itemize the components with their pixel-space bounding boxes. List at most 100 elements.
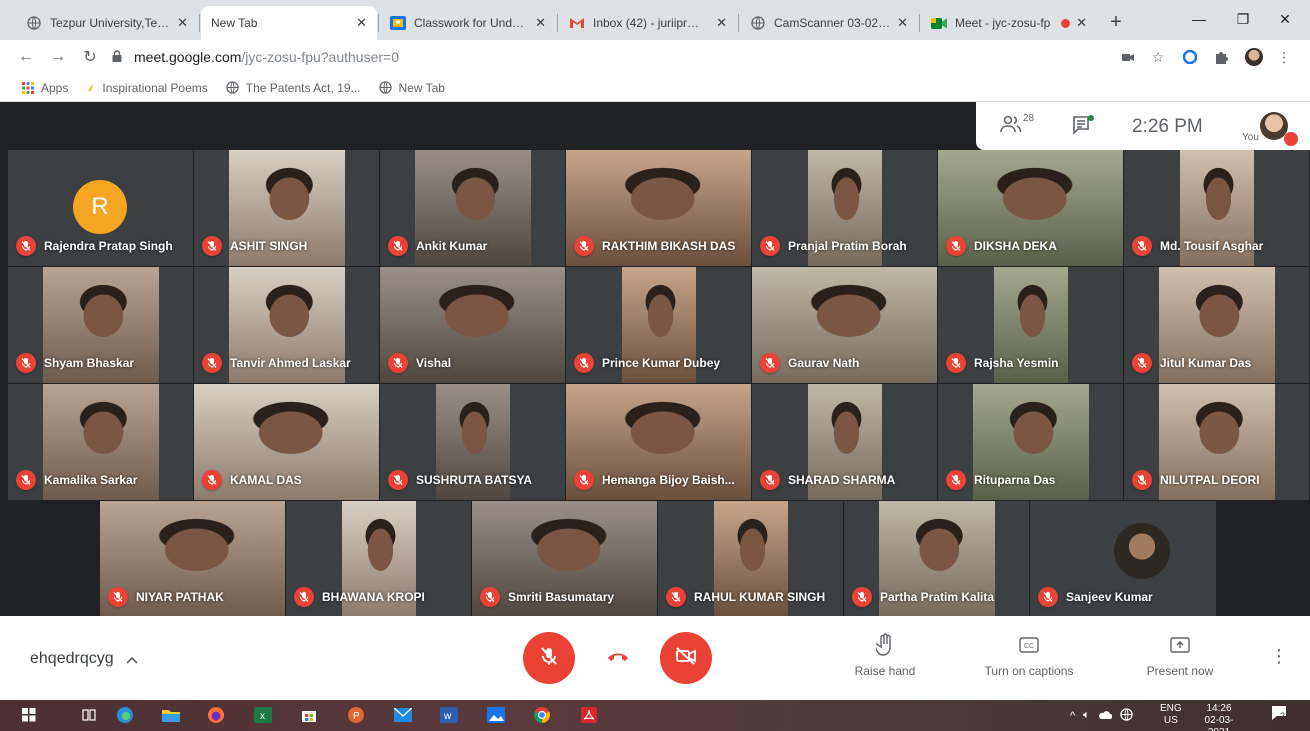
camera-toggle-button[interactable]	[660, 632, 712, 684]
edge-browser-icon[interactable]	[116, 706, 134, 724]
profile-avatar[interactable]	[1244, 47, 1264, 67]
participant-tile[interactable]: NILUTPAL DEORI	[1124, 384, 1309, 500]
present-now-button[interactable]: Present now	[1110, 632, 1250, 678]
puzzle-icon[interactable]	[1212, 47, 1232, 67]
mic-toggle-button[interactable]	[523, 632, 575, 684]
system-clock[interactable]: 14:26 02-03-2021	[1196, 703, 1242, 731]
input-language-indicator[interactable]: ENG US	[1160, 703, 1182, 727]
participant-tile[interactable]: NIYAR PATHAK	[100, 501, 285, 617]
participant-tile[interactable]: BHAWANA KROPI	[286, 501, 471, 617]
network-globe-icon[interactable]	[1120, 707, 1133, 724]
clock-time: 14:26	[1206, 703, 1232, 714]
participant-tile[interactable]: Kamalika Sarkar	[8, 384, 193, 500]
tab-camscanner[interactable]: CamScanner 03-02-202 ✕	[740, 6, 918, 40]
participant-tile[interactable]: Gaurav Nath	[752, 267, 937, 383]
participant-tile[interactable]: Pranjal Pratim Borah	[752, 150, 937, 266]
participant-tile[interactable]: SHARAD SHARMA	[752, 384, 937, 500]
participant-tile[interactable]: DIKSHA DEKA	[938, 150, 1123, 266]
bookmark-patents-act[interactable]: The Patents Act, 19...	[226, 81, 361, 95]
volume-icon[interactable]: 🔈︎	[1083, 709, 1090, 722]
extension-circle-icon[interactable]	[1180, 47, 1200, 67]
mic-off-icon	[294, 587, 314, 607]
close-icon[interactable]: ✕	[1076, 15, 1087, 31]
tab-gmail-inbox[interactable]: Inbox (42) - juriipr@tez ✕	[559, 6, 737, 40]
people-button[interactable]: 28	[1000, 113, 1034, 138]
photos-icon[interactable]	[487, 706, 505, 724]
tab-new-tab[interactable]: New Tab ✕	[201, 6, 377, 40]
close-icon[interactable]: ✕	[177, 15, 188, 31]
task-view-icon[interactable]	[80, 706, 98, 724]
chat-button[interactable]	[1072, 115, 1096, 139]
bookmark-new-tab[interactable]: New Tab	[378, 81, 445, 95]
participant-tile[interactable]: R Rajendra Pratap Singh	[8, 150, 193, 266]
back-button[interactable]: ←	[14, 45, 38, 69]
chrome-icon[interactable]	[533, 706, 551, 724]
participant-tile[interactable]: Hemanga Bijoy Baish...	[566, 384, 751, 500]
mic-off-icon	[852, 587, 872, 607]
minimize-button[interactable]: —	[1176, 4, 1222, 34]
restore-button[interactable]: ❐	[1220, 4, 1266, 34]
tab-title: New Tab	[211, 16, 258, 30]
close-icon[interactable]: ✕	[897, 15, 908, 31]
reload-button[interactable]: ↻	[78, 45, 102, 69]
tab-separator	[378, 14, 379, 32]
address-bar[interactable]: meet.google.com /jyc-zosu-fpu?authuser=0	[112, 45, 1092, 69]
participant-tile[interactable]: Rituparna Das	[938, 384, 1123, 500]
browser-menu-icon[interactable]: ⋮	[1274, 47, 1294, 67]
participant-tile[interactable]: Shyam Bhaskar	[8, 267, 193, 383]
word-icon[interactable]: w	[440, 706, 458, 724]
camera-icon[interactable]	[1118, 47, 1138, 67]
participant-name: Kamalika Sarkar	[44, 473, 138, 487]
notification-center-button[interactable]: 2	[1268, 705, 1290, 725]
adobe-reader-icon[interactable]	[580, 706, 598, 724]
globe-icon	[750, 15, 766, 31]
participant-tile[interactable]: RAHUL KUMAR SINGH	[658, 501, 843, 617]
close-icon[interactable]: ✕	[356, 15, 367, 31]
mic-off-icon	[16, 470, 36, 490]
participant-tile[interactable]: Vishal	[380, 267, 565, 383]
participant-tile[interactable]: Ankit Kumar	[380, 150, 565, 266]
mic-off-icon	[202, 236, 222, 256]
participant-tile[interactable]: Smriti Basumatary	[472, 501, 657, 617]
participant-tile[interactable]: Rajsha Yesmin	[938, 267, 1123, 383]
leave-call-button[interactable]	[604, 650, 632, 666]
firefox-icon[interactable]	[207, 706, 225, 724]
mic-off-icon	[16, 236, 36, 256]
tab-google-meet[interactable]: Meet - jyc-zosu-fp ✕	[921, 6, 1097, 40]
raise-hand-button[interactable]: Raise hand	[815, 632, 955, 678]
tab-tezpur-university[interactable]: Tezpur University,Tezpu ✕	[16, 6, 198, 40]
bookmarks-bar: Apps ⸙ Inspirational Poems The Patents A…	[0, 74, 1310, 102]
mail-icon[interactable]	[394, 706, 412, 724]
excel-icon[interactable]: x	[254, 706, 272, 724]
star-icon[interactable]: ☆	[1148, 47, 1168, 67]
participant-tile[interactable]: Partha Pratim Kalita	[844, 501, 1029, 617]
mic-off-icon	[388, 353, 408, 373]
participant-tile[interactable]: Jitul Kumar Das	[1124, 267, 1309, 383]
onedrive-icon[interactable]	[1098, 710, 1113, 722]
participant-tile[interactable]: SUSHRUTA BATSYA	[380, 384, 565, 500]
participant-tile[interactable]: ASHIT SINGH	[194, 150, 379, 266]
more-options-icon[interactable]: ⋮	[1270, 646, 1288, 667]
powerpoint-icon[interactable]: P	[347, 706, 365, 724]
new-tab-button[interactable]: +	[1102, 8, 1130, 36]
bookmark-inspirational-poems[interactable]: ⸙ Inspirational Poems	[86, 79, 207, 96]
participant-tile[interactable]: Tanvir Ahmed Laskar	[194, 267, 379, 383]
tray-overflow-caret[interactable]: ^	[1070, 710, 1075, 722]
file-explorer-icon[interactable]	[162, 706, 180, 724]
captions-button[interactable]: CC Turn on captions	[959, 632, 1099, 678]
participant-tile[interactable]: KAMAL DAS	[194, 384, 379, 500]
participant-tile[interactable]: RAKTHIM BIKASH DAS	[566, 150, 751, 266]
participant-name-tag: DIKSHA DEKA	[946, 236, 1057, 256]
bookmark-apps[interactable]: Apps	[22, 81, 68, 95]
windows-start-icon[interactable]	[20, 706, 38, 724]
participant-tile[interactable]: Prince Kumar Dubey	[566, 267, 751, 383]
participant-tile[interactable]: Sanjeev Kumar	[1030, 501, 1216, 617]
meeting-details-button[interactable]: ehqedrqcyg	[30, 650, 138, 668]
close-icon[interactable]: ✕	[716, 15, 727, 31]
close-icon[interactable]: ✕	[535, 15, 546, 31]
participant-tile[interactable]: Md. Tousif Asghar	[1124, 150, 1309, 266]
window-close-button[interactable]: ✕	[1262, 4, 1308, 34]
microsoft-store-icon[interactable]	[300, 706, 318, 724]
forward-button[interactable]: →	[46, 45, 70, 69]
tab-classwork[interactable]: Classwork for Undergra ✕	[380, 6, 556, 40]
